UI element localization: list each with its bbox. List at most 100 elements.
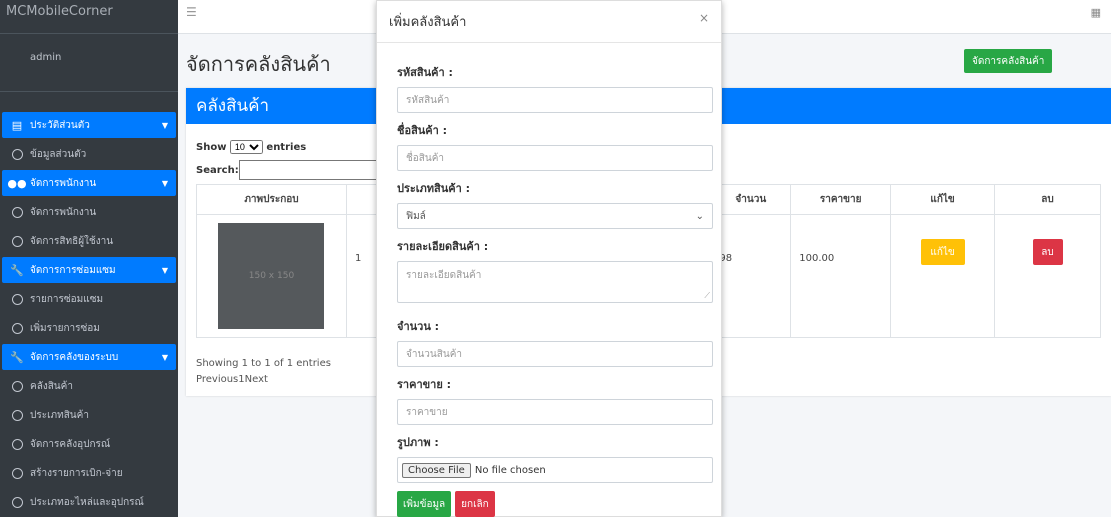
circle-icon	[10, 148, 24, 160]
sidebar-item-repair-list[interactable]: รายการซ่อมแซม	[2, 286, 176, 312]
sidebar-item-warehouse[interactable]: คลังสินค้า	[2, 373, 176, 399]
price-cell: 100.00	[790, 214, 892, 338]
sidebar-item-label: ประเภทอะไหล่และอุปกรณ์	[30, 496, 144, 508]
circle-icon	[10, 438, 24, 450]
circle-icon	[10, 467, 24, 479]
circle-icon	[10, 380, 24, 392]
sidebar-item-profile[interactable]: ▤ ประวัติส่วนตัว ▼	[2, 112, 176, 138]
pagination[interactable]: Previous1Next	[196, 372, 331, 388]
product-type-select[interactable]: ฟิมล์ ⌄	[397, 203, 713, 229]
edit-button[interactable]: แก้ไข	[920, 239, 965, 265]
product-detail-textarea[interactable]: รายละเอียดสินค้า ⟋	[397, 261, 713, 303]
sidebar-item-label: จัดการสิทธิผู้ใช้งาน	[30, 235, 114, 247]
sidebar-item-parts-types[interactable]: ประเภทอะไหล่และอุปกรณ์	[2, 489, 176, 515]
sidebar-nav: ▤ ประวัติส่วนตัว ▼ ข้อมูลส่วนตัว ●● จัดก…	[0, 92, 178, 515]
sidebar-item-label: จัดการคลังอุปกรณ์	[30, 438, 111, 450]
quantity-label: จำนวน :	[397, 320, 440, 333]
product-detail-placeholder: รายละเอียดสินค้า	[406, 270, 482, 281]
file-status: No file chosen	[474, 464, 546, 476]
entries-label: entries	[266, 142, 307, 153]
sidebar-item-employees[interactable]: ●● จัดการพนักงาน ▼	[2, 170, 176, 196]
column-header[interactable]: ภาพประกอบ	[196, 184, 347, 215]
image-label: รูปภาพ :	[397, 436, 439, 449]
quantity-cell: 98	[710, 214, 792, 338]
sidebar-item-user-permissions[interactable]: จัดการสิทธิผู้ใช้งาน	[2, 228, 176, 254]
sidebar-item-personal-info[interactable]: ข้อมูลส่วนตัว	[2, 141, 176, 167]
modal-title: เพิ่มคลังสินค้า	[389, 15, 467, 30]
sidebar-item-label: จัดการคลังของระบบ	[30, 351, 119, 363]
hamburger-menu-icon[interactable]: ☰	[186, 5, 197, 19]
price-label: ราคาขาย :	[397, 378, 451, 391]
circle-icon	[10, 322, 24, 334]
search-input[interactable]	[238, 160, 395, 180]
product-name-label: ชื่อสินค้า :	[397, 124, 448, 137]
quantity-input[interactable]: จำนวนสินค้า	[397, 341, 713, 367]
price-input[interactable]: ราคาขาย	[397, 399, 713, 425]
sidebar-item-label: เพิ่มรายการซ่อม	[30, 322, 100, 334]
delete-button[interactable]: ลบ	[1032, 239, 1063, 265]
show-label: Show	[196, 142, 227, 153]
resize-handle-icon[interactable]: ⟋	[704, 291, 710, 301]
modal-body: รหัสสินค้า : รหัสสินค้า ชื่อสินค้า : ชื่…	[377, 43, 721, 483]
user-name[interactable]: admin	[0, 34, 178, 92]
sidebar-item-repairs[interactable]: 🔧 จัดการการซ่อมแซม ▼	[2, 257, 176, 283]
file-input[interactable]: Choose File No file chosen	[397, 457, 713, 483]
sidebar-item-add-repair[interactable]: เพิ่มรายการซ่อม	[2, 315, 176, 341]
modal-header: เพิ่มคลังสินค้า ×	[377, 1, 721, 43]
sidebar-item-label: ข้อมูลส่วนตัว	[30, 148, 87, 160]
delete-cell: ลบ	[994, 214, 1101, 338]
column-header[interactable]: ลบ	[994, 184, 1101, 215]
sidebar-item-label: จัดการการซ่อมแซม	[30, 264, 116, 276]
cancel-button[interactable]: ยกเลิก	[455, 491, 495, 517]
sidebar-item-label: ประเภทสินค้า	[30, 409, 89, 421]
product-detail-label: รายละเอียดสินค้า :	[397, 240, 489, 253]
circle-icon	[10, 206, 24, 218]
circle-icon	[10, 409, 24, 421]
product-code-input[interactable]: รหัสสินค้า	[397, 87, 713, 113]
manage-inventory-button[interactable]: จัดการคลังสินค้า	[964, 49, 1053, 73]
edit-cell: แก้ไข	[890, 214, 996, 338]
chevron-down-icon: ▼	[161, 352, 168, 362]
close-icon[interactable]: ×	[699, 11, 709, 25]
search-label: Search:	[196, 164, 239, 176]
sidebar-item-label: สร้างรายการเบิก-จ่าย	[30, 467, 123, 479]
sidebar-item-label: จัดการพนักงาน	[30, 206, 97, 218]
chevron-down-icon: ▼	[161, 120, 168, 130]
datatable-info: Showing 1 to 1 of 1 entries Previous1Nex…	[196, 356, 331, 388]
column-header[interactable]: จำนวน	[710, 184, 792, 215]
brand-logo[interactable]: MCMobileCorner	[0, 0, 178, 34]
entries-select[interactable]: 10	[229, 140, 263, 154]
image-cell: 150 x 150	[196, 214, 347, 338]
entries-info: Showing 1 to 1 of 1 entries	[196, 358, 331, 369]
modal-footer: เพิ่มข้อมูล ยกเลิก	[377, 483, 721, 517]
product-name-input[interactable]: ชื่อสินค้า	[397, 145, 713, 171]
product-code-label: รหัสสินค้า :	[397, 66, 453, 79]
sidebar-item-label: คลังสินค้า	[30, 380, 73, 392]
sidebar-item-product-types[interactable]: ประเภทสินค้า	[2, 402, 176, 428]
sidebar-item-withdrawals[interactable]: สร้างรายการเบิก-จ่าย	[2, 460, 176, 486]
datatable-controls: Show 10 entries Search:	[196, 140, 395, 180]
circle-icon	[10, 496, 24, 508]
sidebar-item-label: รายการซ่อมแซม	[30, 293, 104, 305]
choose-file-button[interactable]: Choose File	[402, 462, 471, 478]
column-header[interactable]: แก้ไข	[890, 184, 996, 215]
chevron-down-icon: ▼	[161, 178, 168, 188]
grid-icon[interactable]: ▦	[1091, 6, 1101, 19]
sidebar-item-equipment[interactable]: จัดการคลังอุปกรณ์	[2, 431, 176, 457]
product-image-placeholder: 150 x 150	[218, 223, 325, 329]
add-inventory-modal: เพิ่มคลังสินค้า × รหัสสินค้า : รหัสสินค้…	[376, 0, 722, 517]
sidebar-item-system-inventory[interactable]: 🔧 จัดการคลังของระบบ ▼	[2, 344, 176, 370]
column-header[interactable]: ราคาขาย	[790, 184, 892, 215]
chevron-down-icon: ▼	[161, 265, 168, 275]
product-type-label: ประเภทสินค้า :	[397, 182, 471, 195]
product-type-value: ฟิมล์	[406, 210, 426, 222]
chevron-down-icon: ⌄	[695, 210, 704, 222]
sidebar-item-manage-employees[interactable]: จัดการพนักงาน	[2, 199, 176, 225]
id-card-icon: ▤	[11, 118, 23, 132]
circle-icon	[10, 293, 24, 305]
sidebar-item-label: ประวัติส่วนตัว	[30, 119, 90, 131]
add-data-button[interactable]: เพิ่มข้อมูล	[397, 491, 452, 517]
users-icon: ●●	[7, 176, 27, 190]
wrench-icon: 🔧	[10, 350, 24, 364]
sidebar: MCMobileCorner admin ▤ ประวัติส่วนตัว ▼ …	[0, 0, 178, 517]
